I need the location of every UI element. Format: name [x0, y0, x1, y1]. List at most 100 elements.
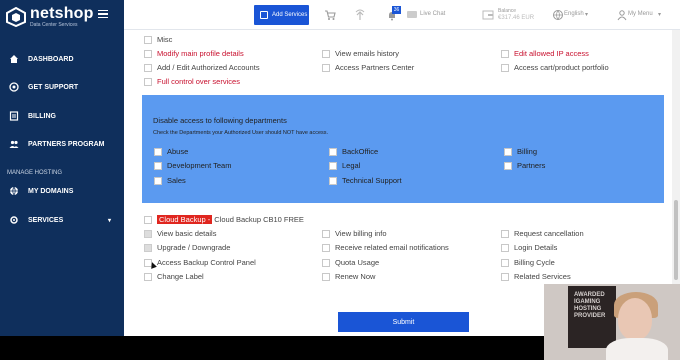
permission-label: Misc — [157, 35, 173, 44]
logo[interactable]: netshop Data Center Services — [6, 5, 106, 29]
department-sales[interactable]: Sales — [154, 176, 186, 185]
checkbox[interactable] — [322, 49, 330, 58]
checkbox[interactable] — [144, 63, 152, 72]
department-label: Abuse — [167, 147, 189, 156]
checkbox[interactable] — [501, 258, 509, 267]
department-billing[interactable]: Billing — [504, 147, 537, 156]
cb-control-panel[interactable]: Access Backup Control Panel — [144, 258, 256, 267]
webcam-person-body — [606, 338, 668, 360]
sidebar-item-get-support[interactable]: GET SUPPORT — [0, 77, 124, 97]
sidebar-item-services[interactable]: SERVICES ▾ — [0, 210, 124, 230]
sidebar-item-partners-program[interactable]: PARTNERS PROGRAM — [0, 134, 124, 154]
submit-button[interactable]: Submit — [338, 312, 469, 332]
checkbox[interactable] — [501, 229, 509, 238]
checkbox[interactable] — [504, 161, 512, 170]
cb-change-label[interactable]: Change Label — [144, 272, 204, 281]
sidebar-item-dashboard[interactable]: DASHBOARD — [0, 49, 124, 69]
permission-authorized-accounts[interactable]: Add / Edit Authorized Accounts — [144, 63, 260, 72]
netshop-logo-icon — [6, 7, 26, 27]
checkbox[interactable] — [501, 49, 509, 58]
upload-icon[interactable] — [354, 9, 366, 21]
checkbox[interactable] — [154, 176, 162, 185]
checkbox[interactable] — [144, 35, 152, 44]
cb-login-details[interactable]: Login Details — [501, 243, 557, 252]
permission-full-control[interactable]: Full control over services — [144, 77, 240, 86]
checkbox[interactable] — [329, 147, 337, 156]
checkbox[interactable] — [322, 63, 330, 72]
permission-label: Related Services — [514, 272, 571, 281]
department-label: Technical Support — [342, 176, 402, 185]
cb-renew-now[interactable]: Renew Now — [322, 272, 375, 281]
sidebar-item-billing[interactable]: BILLING — [0, 106, 124, 126]
cb-request-cancellation[interactable]: Request cancellation — [501, 229, 584, 238]
checkbox[interactable] — [144, 215, 152, 224]
department-label: Partners — [517, 161, 546, 170]
sidebar-item-my-domains[interactable]: MY DOMAINS — [0, 181, 124, 201]
checkbox[interactable] — [501, 272, 509, 281]
checkbox[interactable] — [501, 243, 509, 252]
chevron-down-icon: ▾ — [585, 12, 589, 18]
department-legal[interactable]: Legal — [329, 161, 360, 170]
permission-label: View emails history — [335, 49, 400, 58]
cb-billing-info[interactable]: View billing info — [322, 229, 387, 238]
checkbox[interactable] — [322, 229, 330, 238]
checkbox[interactable] — [144, 243, 152, 252]
permission-view-emails[interactable]: View emails history — [322, 49, 399, 58]
permission-modify-profile[interactable]: Modify main profile details — [144, 49, 244, 58]
cloud-backup-product: Cloud Backup CB10 FREE — [214, 215, 304, 224]
permission-label: View basic details — [157, 229, 217, 238]
checkbox[interactable] — [322, 272, 330, 281]
live-chat-link[interactable]: Live Chat — [420, 11, 445, 17]
permission-misc[interactable]: Misc — [144, 35, 172, 44]
home-icon — [10, 55, 18, 63]
wallet-icon — [482, 10, 494, 20]
permission-label: Renew Now — [335, 272, 376, 281]
permission-edit-ip[interactable]: Edit allowed IP access — [501, 49, 589, 58]
language-selector[interactable]: English — [564, 11, 584, 17]
cb-billing-cycle[interactable]: Billing Cycle — [501, 258, 555, 267]
cb-related-services[interactable]: Related Services — [501, 272, 571, 281]
user-icon[interactable] — [616, 9, 628, 21]
brand-name: netshop — [30, 5, 94, 22]
department-label: Development Team — [167, 161, 232, 170]
checkbox[interactable] — [329, 176, 337, 185]
department-backoffice[interactable]: BackOffice — [329, 147, 378, 156]
department-development[interactable]: Development Team — [154, 161, 231, 170]
add-services-button[interactable]: Add Services — [254, 5, 309, 25]
chevron-down-icon: ▾ — [107, 218, 111, 224]
checkbox[interactable] — [504, 147, 512, 156]
chat-icon[interactable] — [406, 9, 418, 21]
department-partners[interactable]: Partners — [504, 161, 545, 170]
checkbox[interactable] — [322, 243, 330, 252]
checkbox[interactable] — [501, 63, 509, 72]
cart-icon[interactable] — [324, 9, 336, 21]
cb-upgrade[interactable]: Upgrade / Downgrade — [144, 243, 230, 252]
scrollbar-thumb[interactable] — [674, 200, 678, 280]
permission-label: Access Partners Center — [335, 63, 415, 72]
cb-email-notifications[interactable]: Receive related email notifications — [322, 243, 449, 252]
cb-quota-usage[interactable]: Quota Usage — [322, 258, 379, 267]
hamburger-menu-icon[interactable] — [98, 10, 108, 18]
globe-icon[interactable] — [552, 9, 564, 21]
permission-label: Change Label — [157, 272, 204, 281]
department-technical-support[interactable]: Technical Support — [329, 176, 402, 185]
permission-label: Access cart/product portfolio — [514, 63, 609, 72]
checkbox[interactable] — [154, 161, 162, 170]
cloud-backup-heading[interactable]: Cloud Backup - Cloud Backup CB10 FREE — [144, 215, 304, 224]
checkbox[interactable] — [144, 272, 152, 281]
checkbox[interactable] — [329, 161, 337, 170]
permission-cart-portfolio[interactable]: Access cart/product portfolio — [501, 63, 609, 72]
department-abuse[interactable]: Abuse — [154, 147, 188, 156]
user-menu[interactable]: My Menu — [628, 11, 653, 17]
permission-label: Receive related email notifications — [335, 243, 449, 252]
checkbox[interactable] — [322, 258, 330, 267]
cb-view-basic[interactable]: View basic details — [144, 229, 216, 238]
checkbox[interactable] — [144, 77, 152, 86]
checkbox[interactable] — [144, 229, 152, 238]
checkbox[interactable] — [144, 49, 152, 58]
checkbox[interactable] — [154, 147, 162, 156]
partners-icon — [9, 140, 19, 148]
brand-tagline: Data Center Services — [30, 22, 78, 28]
permission-partners-center[interactable]: Access Partners Center — [322, 63, 414, 72]
permission-label: Edit allowed IP access — [514, 49, 589, 58]
